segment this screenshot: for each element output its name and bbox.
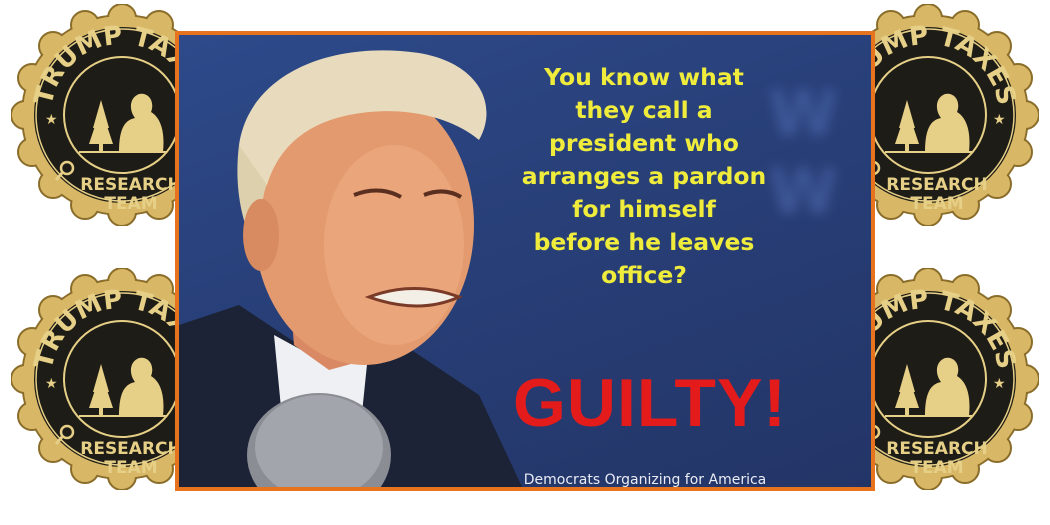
badge-research-label: RESEARCH (886, 175, 988, 195)
badge-team-label: TEAM (910, 194, 963, 214)
question-line: for himself (572, 195, 716, 223)
badge-research-label: RESEARCH (80, 175, 182, 195)
credit-text: Democrats Organizing for America (523, 472, 767, 488)
question-line: You know what (544, 63, 744, 91)
question-line: arranges a pardon (521, 162, 767, 190)
question-line: they call a (575, 96, 713, 124)
badge-research-label: RESEARCH (80, 439, 182, 459)
meme-card: WW You know what they call a president w… (175, 31, 875, 491)
question-line: president who (549, 129, 739, 157)
badge-team-label: TEAM (104, 458, 157, 478)
badge-team-label: TEAM (910, 458, 963, 478)
question-text: You know what they call a president who … (479, 61, 809, 292)
badge-research-label: RESEARCH (886, 439, 988, 459)
badge-team-label: TEAM (104, 194, 157, 214)
question-line: before he leaves (533, 228, 755, 256)
answer-text: GUILTY! (513, 365, 787, 441)
question-line: office? (601, 261, 687, 289)
